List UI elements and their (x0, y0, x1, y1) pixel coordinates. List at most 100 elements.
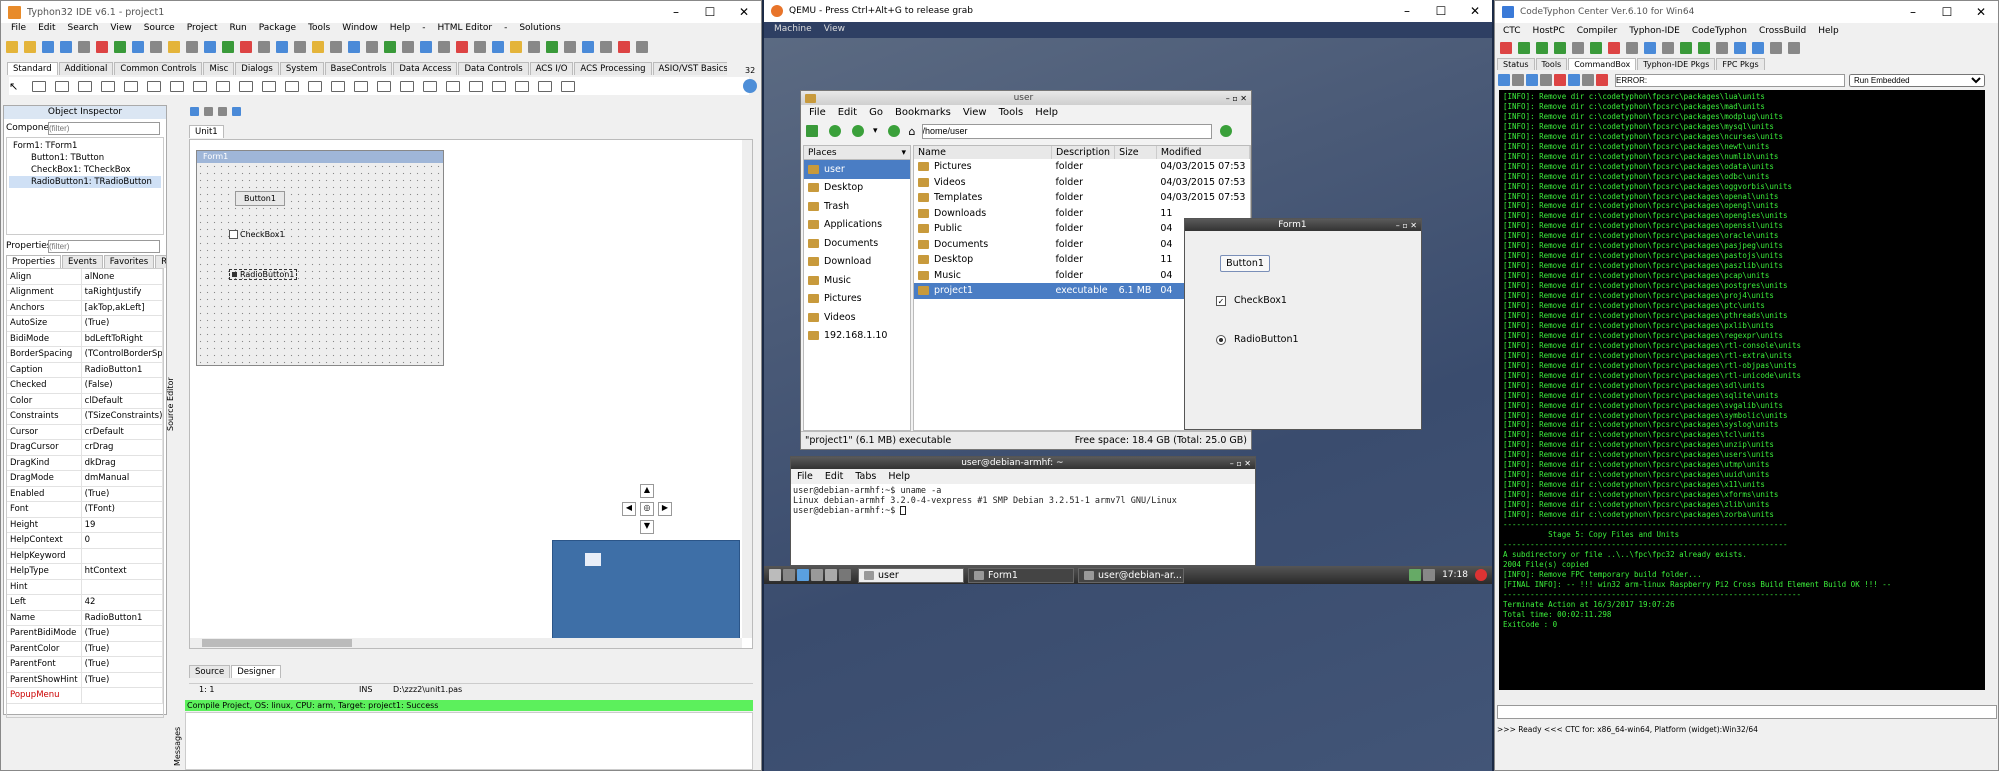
place-music[interactable]: Music (804, 271, 910, 290)
toolbar-tool-icon[interactable] (402, 41, 414, 53)
toolbar-tool-icon[interactable] (6, 41, 18, 53)
property-value[interactable]: crDefault (81, 424, 163, 440)
ctc-tool-icon[interactable] (1554, 41, 1566, 54)
property-value[interactable]: 0 (81, 532, 163, 549)
forward-icon[interactable] (852, 125, 864, 137)
menu-source[interactable]: Source (138, 23, 181, 38)
toolbar-tool-icon[interactable] (42, 41, 54, 53)
fm-file-row[interactable]: Templates folder 04/03/2015 07:53 (914, 190, 1250, 206)
palette-tab-data-access[interactable]: Data Access (393, 62, 458, 75)
palette-tab-asio-vst-basics[interactable]: ASIO/VST Basics (652, 62, 727, 75)
property-row[interactable]: ParentBidiMode (True) (7, 625, 163, 642)
palette-sidebar-icon[interactable] (743, 79, 757, 93)
toolbar-tool-icon[interactable] (384, 41, 396, 53)
radio-selected-icon[interactable] (1216, 334, 1226, 345)
component-icon[interactable] (124, 80, 138, 92)
property-row[interactable]: Name RadioButton1 (7, 610, 163, 626)
component-icon[interactable] (469, 80, 483, 92)
property-value[interactable]: crDrag (81, 439, 163, 456)
palette-tab-misc[interactable]: Misc (203, 62, 235, 75)
close-icon[interactable]: – ▫ ✕ (1396, 221, 1417, 230)
component-icon[interactable] (170, 80, 184, 92)
taskbar-item-user-debian-ar[interactable]: user@debian-ar... (1078, 567, 1184, 583)
term-menu-tabs[interactable]: Tabs (849, 469, 882, 484)
close-icon[interactable]: ✕ (1964, 5, 1998, 19)
palette-tab-data-controls[interactable]: Data Controls (458, 62, 529, 75)
term-menu-file[interactable]: File (791, 469, 819, 484)
palette-tab-acs-i-o[interactable]: ACS I/O (529, 62, 574, 75)
close-icon[interactable]: ✕ (727, 5, 761, 19)
ctc-menu-typhon-ide[interactable]: Typhon-IDE (1623, 26, 1686, 36)
toolbar-tool-icon[interactable] (204, 41, 216, 53)
component-icon[interactable] (331, 80, 345, 92)
toolbar-tool-icon[interactable] (312, 41, 324, 53)
property-row[interactable]: AutoSize (True) (7, 315, 163, 332)
palette-tab-standard[interactable]: Standard (7, 62, 58, 75)
toolbar-tool-icon[interactable] (96, 41, 108, 53)
fm-column-size[interactable]: Size (1114, 146, 1157, 159)
horizontal-scrollbar[interactable] (190, 638, 742, 648)
cmd-tool-icon[interactable] (1582, 74, 1594, 86)
place-download[interactable]: Download (804, 253, 910, 272)
editor-tool-icon[interactable] (190, 107, 199, 116)
toolbar-tool-icon[interactable] (150, 41, 162, 53)
component-icon[interactable] (561, 80, 575, 92)
ctc-tool-icon[interactable] (1626, 41, 1638, 54)
toolbar-tool-icon[interactable] (510, 41, 522, 53)
taskbar-item-user[interactable]: user (858, 567, 964, 583)
tab-unit1[interactable]: Unit1 (189, 125, 224, 138)
component-icon[interactable] (446, 80, 460, 92)
minimize-icon[interactable]: – (1390, 4, 1424, 18)
minimize-icon[interactable]: – (659, 5, 693, 19)
fm-menu-help[interactable]: Help (1029, 105, 1064, 121)
ctc-tool-icon[interactable] (1716, 41, 1728, 54)
toolbar-tool-icon[interactable] (420, 41, 432, 53)
property-value[interactable]: (True) (81, 672, 163, 688)
component-icon[interactable] (78, 80, 92, 92)
component-icon[interactable] (400, 80, 414, 92)
place-applications[interactable]: Applications (804, 216, 910, 235)
vertical-scrollbar[interactable] (742, 140, 752, 638)
property-row[interactable]: DragKind dkDrag (7, 455, 163, 471)
ctc-tab-fpc-pkgs[interactable]: FPC Pkgs (1716, 58, 1765, 70)
property-value[interactable]: (True) (81, 486, 163, 502)
menu-solutions[interactable]: Solutions (513, 23, 566, 38)
toolbar-tool-icon[interactable] (348, 41, 360, 53)
back-icon[interactable] (829, 125, 841, 137)
menu-view[interactable]: View (818, 24, 851, 34)
property-value[interactable] (81, 687, 163, 704)
ctc-tool-icon[interactable] (1536, 41, 1548, 54)
ctc-tool-icon[interactable] (1734, 41, 1746, 54)
chevron-down-icon[interactable]: ▾ (901, 148, 906, 158)
fm-titlebar[interactable]: user – ▫ ✕ (801, 91, 1251, 105)
qemu-titlebar[interactable]: QEMU - Press Ctrl+Alt+G to release grab … (764, 0, 1492, 22)
toolbar-tool-icon[interactable] (438, 41, 450, 53)
palette-tab-basecontrols[interactable]: BaseControls (324, 62, 393, 75)
minimize-icon[interactable]: – (1896, 5, 1930, 19)
menu-file[interactable]: File (5, 23, 32, 38)
menu-machine[interactable]: Machine (768, 24, 818, 34)
toolbar-tool-icon[interactable] (600, 41, 612, 53)
toolbar-tool-icon[interactable] (564, 41, 576, 53)
property-row[interactable]: Color clDefault (7, 393, 163, 409)
up-icon[interactable] (887, 125, 900, 137)
ctc-tab-status[interactable]: Status (1497, 58, 1535, 70)
component-icon[interactable] (239, 80, 253, 92)
fm-menu-go[interactable]: Go (863, 105, 889, 121)
property-row[interactable]: DragCursor crDrag (7, 439, 163, 456)
property-value[interactable]: alNone (81, 269, 163, 285)
cmd-tool-icon[interactable] (1526, 74, 1538, 86)
toolbar-tool-icon[interactable] (186, 41, 198, 53)
property-value[interactable]: htContext (81, 563, 163, 580)
menu-search[interactable]: Search (62, 23, 105, 38)
term-menu-edit[interactable]: Edit (819, 469, 849, 484)
ctc-tool-icon[interactable] (1500, 41, 1512, 54)
maximize-icon[interactable]: ☐ (1424, 4, 1458, 18)
palette-tab-acs-processing[interactable]: ACS Processing (574, 62, 652, 75)
property-value[interactable]: taRightJustify (81, 284, 163, 301)
form1-titlebar[interactable]: Form1 – ▫ ✕ (1185, 219, 1421, 231)
fm-menu-view[interactable]: View (957, 105, 993, 121)
arrow-left-icon[interactable]: ◀ (622, 502, 636, 516)
property-row[interactable]: HelpType htContext (7, 563, 163, 580)
ctc-menu-ctc[interactable]: CTC (1497, 26, 1527, 36)
